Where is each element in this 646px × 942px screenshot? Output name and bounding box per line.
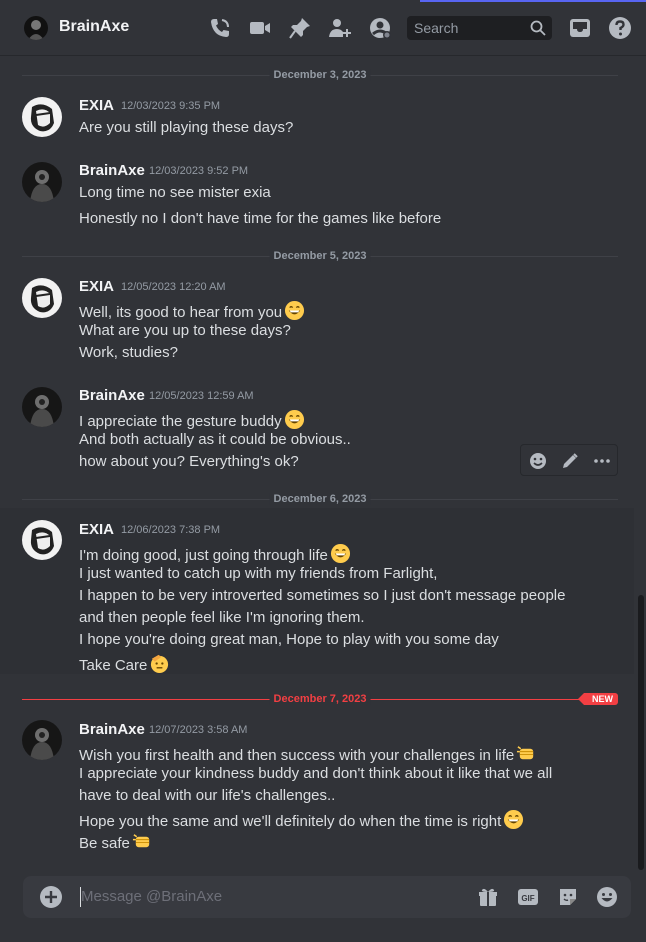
date-divider-label: December 5, 2023: [269, 250, 371, 262]
message-line: I'm doing good, just going through life: [79, 543, 351, 564]
message-line: And both actually as it could be obvious…: [79, 431, 351, 448]
message-timestamp: 12/05/2023 12:20 AM: [121, 281, 226, 293]
dm-avatar[interactable]: [24, 16, 48, 40]
user-profile-icon[interactable]: [368, 16, 392, 40]
message-line: Work, studies?: [79, 344, 178, 361]
header-accent-line: [420, 0, 646, 2]
grinning-emoji-icon: [284, 409, 304, 430]
edit-icon[interactable]: [561, 452, 579, 470]
search-input[interactable]: Search: [407, 16, 552, 40]
saluting-face-emoji-icon: [151, 654, 169, 674]
message-line: how about you? Everything's ok?: [79, 453, 299, 470]
channel-header: BrainAxe Search: [0, 0, 646, 56]
date-divider: December 5, 2023: [22, 250, 618, 262]
grinning-emoji-icon: [504, 809, 524, 830]
message-author[interactable]: EXIA: [79, 521, 114, 538]
message-line-text: Wish you first health and then success w…: [79, 747, 515, 764]
new-badge: NEW: [578, 693, 618, 705]
avatar[interactable]: [22, 278, 62, 318]
search-placeholder: Search: [414, 20, 459, 36]
date-divider: December 6, 2023: [22, 493, 618, 505]
message-timestamp: 12/03/2023 9:35 PM: [121, 100, 221, 112]
date-divider: December 3, 2023: [22, 69, 618, 81]
message-line-text: I'm doing good, just going through life: [79, 547, 328, 564]
new-messages-divider: December 7, 2023 NEW: [22, 693, 618, 705]
message-author[interactable]: EXIA: [79, 97, 114, 114]
message-line: Be safe: [79, 831, 153, 852]
gif-icon[interactable]: GIF: [517, 886, 539, 908]
fist-bump-emoji-icon: [517, 746, 534, 760]
message-timestamp: 12/03/2023 9:52 PM: [149, 165, 249, 177]
message-line: Take Care: [79, 653, 170, 674]
search-icon: [530, 20, 546, 36]
message-author[interactable]: EXIA: [79, 278, 114, 295]
message-line-text: Be safe: [79, 835, 130, 852]
message-author[interactable]: BrainAxe: [79, 721, 145, 738]
message-composer[interactable]: Message @BrainAxe GIF: [23, 876, 631, 918]
phone-call-icon[interactable]: [208, 16, 232, 40]
message-line: I happen to be very introverted sometime…: [79, 587, 566, 604]
avatar[interactable]: [22, 97, 62, 137]
inbox-icon[interactable]: [568, 16, 592, 40]
message-line-text: I appreciate the gesture buddy: [79, 413, 282, 430]
avatar[interactable]: [22, 720, 62, 760]
message-line: Long time no see mister exia: [79, 184, 271, 201]
message-line: Wish you first health and then success w…: [79, 743, 537, 764]
date-divider-label: December 3, 2023: [269, 69, 371, 81]
gif-label: GIF: [521, 894, 534, 903]
date-divider-label: December 7, 2023: [269, 693, 371, 705]
message-line: I appreciate the gesture buddy: [79, 409, 305, 430]
more-options-icon[interactable]: [593, 452, 611, 470]
pin-icon[interactable]: [288, 16, 312, 40]
sticker-icon[interactable]: [557, 886, 579, 908]
help-icon[interactable]: [608, 16, 632, 40]
message-line-text: Well, its good to hear from you: [79, 304, 283, 321]
message-line: I hope you're doing great man, Hope to p…: [79, 631, 499, 648]
avatar[interactable]: [22, 387, 62, 427]
message-line: I just wanted to catch up with my friend…: [79, 565, 438, 582]
message-line: Well, its good to hear from you: [79, 300, 305, 321]
message-actions-toolbar: [520, 444, 618, 476]
gift-icon[interactable]: [477, 886, 499, 908]
add-attachment-icon[interactable]: [40, 886, 62, 908]
message-line: What are you up to these days?: [79, 322, 291, 339]
message-line: have to deal with our life's challenges.…: [79, 787, 336, 804]
date-divider-label: December 6, 2023: [269, 493, 371, 505]
message-timestamp: 12/06/2023 7:38 PM: [121, 524, 221, 536]
message-author[interactable]: BrainAxe: [79, 162, 145, 179]
scrollbar-thumb[interactable]: [638, 595, 644, 870]
message-line: Hope you the same and we'll definitely d…: [79, 809, 524, 830]
grinning-emoji-icon: [285, 300, 305, 321]
message-line-text: Take Care: [79, 657, 148, 674]
message-line: and then people feel like I'm ignoring t…: [79, 609, 365, 626]
message-timestamp: 12/05/2023 12:59 AM: [149, 390, 254, 402]
dm-title[interactable]: BrainAxe: [59, 18, 129, 36]
video-camera-icon[interactable]: [248, 16, 272, 40]
message-line-text: Hope you the same and we'll definitely d…: [79, 813, 502, 830]
message-timestamp: 12/07/2023 3:58 AM: [149, 724, 248, 736]
add-friend-icon[interactable]: [328, 16, 352, 40]
avatar[interactable]: [22, 162, 62, 202]
fist-bump-emoji-icon: [132, 834, 150, 848]
avatar[interactable]: [22, 520, 62, 560]
message-author[interactable]: BrainAxe: [79, 387, 145, 404]
message-line: Are you still playing these days?: [79, 119, 294, 136]
add-reaction-icon[interactable]: [529, 452, 547, 470]
grinning-emoji-icon: [330, 543, 350, 564]
message-input[interactable]: Message @BrainAxe: [81, 888, 222, 905]
emoji-picker-icon[interactable]: [596, 886, 618, 908]
message-line: I appreciate your kindness buddy and don…: [79, 765, 553, 782]
message-line: Honestly no I don't have time for the ga…: [79, 210, 442, 227]
